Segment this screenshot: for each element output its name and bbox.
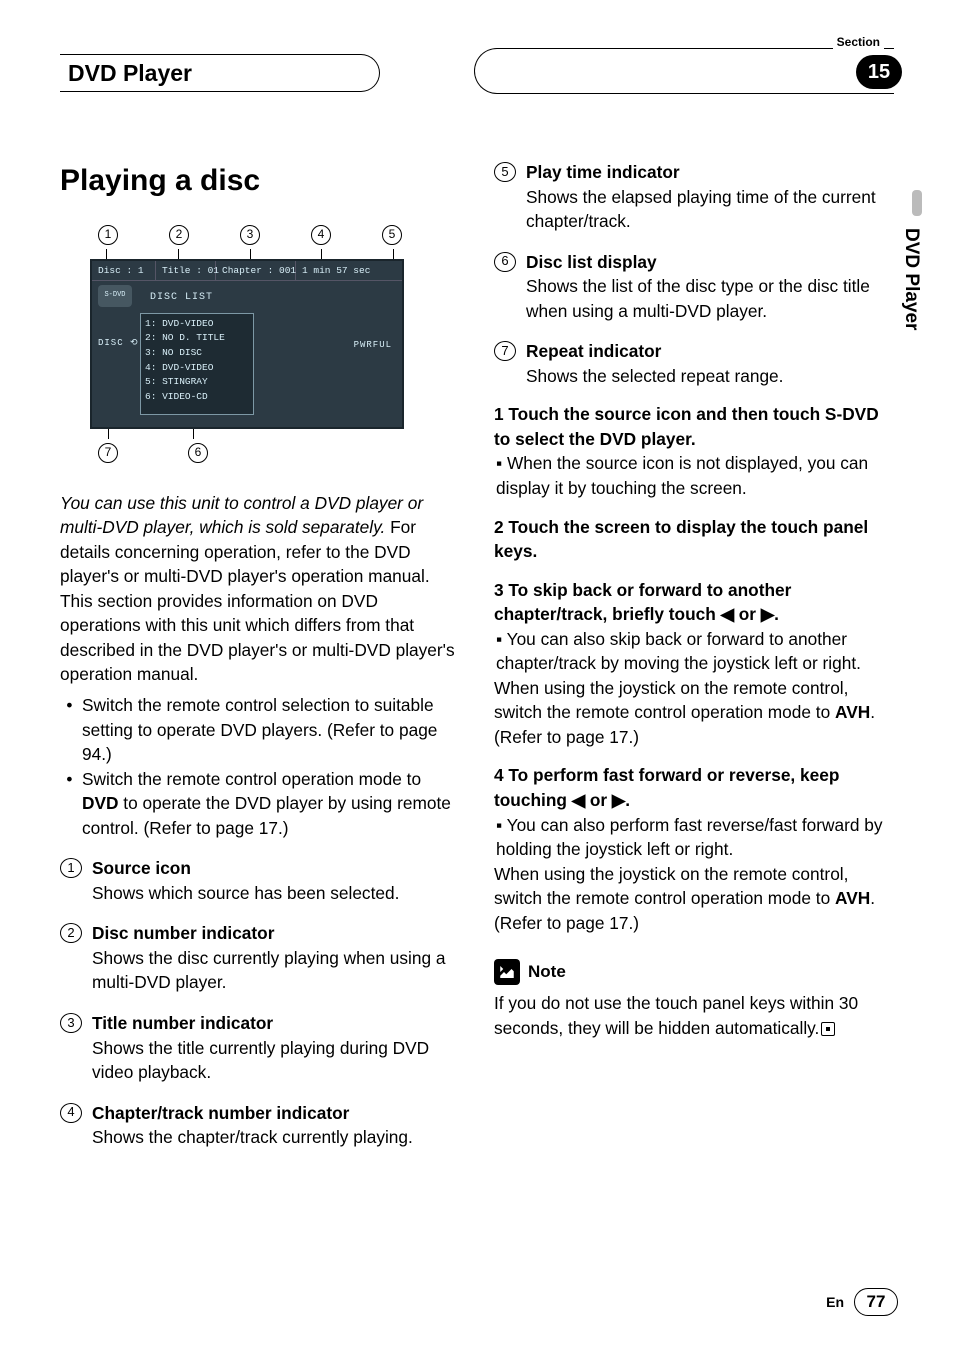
section-label: Section bbox=[833, 35, 884, 49]
indicator-item-5: 5 Play time indicator Shows the elapsed … bbox=[494, 160, 894, 234]
footer-lang: En bbox=[826, 1294, 844, 1310]
step-4-head: 4 To perform fast forward or reverse, ke… bbox=[494, 763, 894, 812]
list-item: 4: DVD-VIDEO bbox=[145, 361, 249, 376]
indicator-item-1: 1 Source icon Shows which source has bee… bbox=[60, 856, 460, 905]
indicator-item-2: 2 Disc number indicator Shows the disc c… bbox=[60, 921, 460, 995]
header-right-pill: Section 15 bbox=[474, 48, 894, 94]
screen-topbar: Disc : 1 Title : 01 Chapter : 001 1 min … bbox=[92, 261, 402, 281]
circled-number: 4 bbox=[60, 1103, 82, 1123]
callout-5: 5 bbox=[382, 225, 402, 245]
indicator-head: Disc list display bbox=[526, 250, 894, 275]
circled-number: 6 bbox=[494, 252, 516, 272]
right-column: 5 Play time indicator Shows the elapsed … bbox=[494, 160, 894, 1150]
step-4-bullet: You can also perform fast reverse/fast f… bbox=[496, 813, 894, 862]
callout-7: 7 bbox=[98, 443, 118, 463]
indicator-desc: Shows the disc currently playing when us… bbox=[92, 946, 460, 995]
indicator-desc: Shows the chapter/track currently playin… bbox=[92, 1125, 460, 1150]
screenshot-figure: 1 2 3 4 5 Disc : 1 Title : 01 Chapter : … bbox=[76, 225, 416, 463]
indicator-desc: Shows the title currently playing during… bbox=[92, 1036, 460, 1085]
side-tab-shade bbox=[912, 190, 922, 216]
list-item: 3: NO DISC bbox=[145, 346, 249, 361]
callouts-top: 1 2 3 4 5 bbox=[76, 225, 416, 245]
screen-source-icon: S-DVD bbox=[98, 285, 132, 307]
step-2-head: 2 Touch the screen to display the touch … bbox=[494, 515, 894, 564]
footer-page-number: 77 bbox=[854, 1288, 898, 1316]
step-4-para: When using the joystick on the remote co… bbox=[494, 862, 894, 936]
side-tab: DVD Player bbox=[898, 228, 924, 368]
indicator-item-4: 4 Chapter/track number indicator Shows t… bbox=[60, 1101, 460, 1150]
screen-disclist-label: DISC LIST bbox=[150, 291, 213, 305]
circled-number: 1 bbox=[60, 858, 82, 878]
intro-rest: For details concerning operation, refer … bbox=[60, 517, 455, 684]
device-screen: Disc : 1 Title : 01 Chapter : 001 1 min … bbox=[90, 259, 404, 429]
screen-title: Title : 01 bbox=[156, 261, 216, 280]
circled-number: 3 bbox=[60, 1013, 82, 1033]
indicator-desc: Shows the elapsed playing time of the cu… bbox=[526, 185, 894, 234]
indicator-item-3: 3 Title number indicator Shows the title… bbox=[60, 1011, 460, 1085]
callout-3: 3 bbox=[240, 225, 260, 245]
page-footer: En 77 bbox=[826, 1288, 898, 1316]
screen-repeat: DISC ⟲ bbox=[98, 337, 139, 350]
page-header: DVD Player Section 15 bbox=[60, 30, 894, 90]
list-item: 2: NO D. TITLE bbox=[145, 331, 249, 346]
section-number-badge: 15 bbox=[856, 55, 902, 89]
left-column: Playing a disc 1 2 3 4 5 Disc : 1 Title … bbox=[60, 160, 460, 1150]
indicator-head: Title number indicator bbox=[92, 1011, 460, 1036]
list-item: Switch the remote control operation mode… bbox=[82, 767, 460, 841]
note-header: Note bbox=[494, 959, 894, 985]
screen-chapter: Chapter : 001 bbox=[216, 261, 296, 280]
indicator-head: Source icon bbox=[92, 856, 460, 881]
indicator-head: Disc number indicator bbox=[92, 921, 460, 946]
indicator-head: Repeat indicator bbox=[526, 339, 894, 364]
section-heading: Playing a disc bbox=[60, 160, 460, 203]
callout-2: 2 bbox=[169, 225, 189, 245]
intro-paragraph: You can use this unit to control a DVD p… bbox=[60, 491, 460, 687]
intro-bullet-list: Switch the remote control selection to s… bbox=[72, 693, 460, 840]
screen-disc: Disc : 1 bbox=[92, 261, 156, 280]
screen-disc-list: 1: DVD-VIDEO 2: NO D. TITLE 3: NO DISC 4… bbox=[140, 313, 254, 415]
indicator-desc: Shows the selected repeat range. bbox=[526, 364, 894, 389]
step-1-head: 1 Touch the source icon and then touch S… bbox=[494, 402, 894, 451]
indicator-desc: Shows the list of the disc type or the d… bbox=[526, 274, 894, 323]
header-title: DVD Player bbox=[68, 60, 192, 87]
step-3-head: 3 To skip back or forward to another cha… bbox=[494, 578, 894, 627]
indicator-head: Chapter/track number indicator bbox=[92, 1101, 460, 1126]
list-item: 1: DVD-VIDEO bbox=[145, 317, 249, 332]
step-3-bullet: You can also skip back or forward to ano… bbox=[496, 627, 894, 676]
indicator-head: Play time indicator bbox=[526, 160, 894, 185]
circled-number: 2 bbox=[60, 923, 82, 943]
step-1-bullet: When the source icon is not displayed, y… bbox=[496, 451, 894, 500]
list-item: Switch the remote control selection to s… bbox=[82, 693, 460, 767]
circled-number: 7 bbox=[494, 341, 516, 361]
note-label: Note bbox=[528, 960, 566, 984]
callouts-bottom: 7 6 bbox=[76, 443, 416, 463]
callout-4: 4 bbox=[311, 225, 331, 245]
callout-6: 6 bbox=[188, 443, 208, 463]
indicator-desc: Shows which source has been selected. bbox=[92, 881, 460, 906]
circled-number: 5 bbox=[494, 162, 516, 182]
indicator-item-7: 7 Repeat indicator Shows the selected re… bbox=[494, 339, 894, 388]
screen-pwrful: PWRFUL bbox=[354, 339, 392, 352]
callout-1: 1 bbox=[98, 225, 118, 245]
step-3-para: When using the joystick on the remote co… bbox=[494, 676, 894, 750]
list-item: 6: VIDEO-CD bbox=[145, 390, 249, 405]
list-item: 5: STINGRAY bbox=[145, 375, 249, 390]
screen-time: 1 min 57 sec bbox=[296, 261, 402, 280]
note-text: If you do not use the touch panel keys w… bbox=[494, 991, 894, 1040]
intro-italic: You can use this unit to control a DVD p… bbox=[60, 493, 423, 538]
end-of-section-icon bbox=[821, 1022, 835, 1036]
header-left-pill: DVD Player bbox=[60, 54, 380, 92]
indicator-item-6: 6 Disc list display Shows the list of th… bbox=[494, 250, 894, 324]
note-icon bbox=[494, 959, 520, 985]
